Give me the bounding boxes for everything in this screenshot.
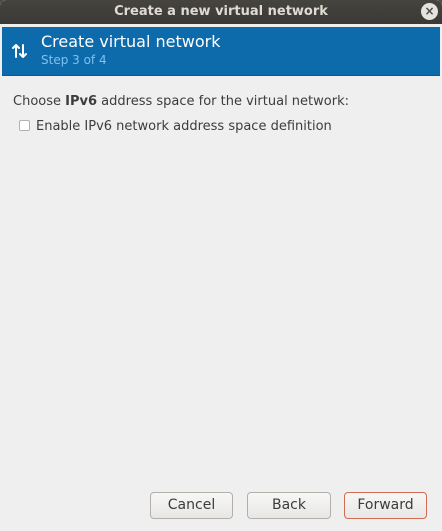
enable-ipv6-checkbox[interactable] [19,120,30,131]
close-button[interactable]: × [421,3,438,20]
cancel-button[interactable]: Cancel [150,492,233,519]
prompt-ipv6-bold: IPv6 [65,94,98,109]
wizard-content: Choose IPv6 address space for the virtua… [13,94,349,134]
wizard-step: Step 3 of 4 [41,53,107,67]
prompt-prefix: Choose [13,94,66,109]
close-icon: × [424,4,435,18]
window-title: Create a new virtual network [114,4,328,19]
wizard-header: Create virtual network Step 3 of 4 [2,27,440,76]
enable-ipv6-option[interactable]: Enable IPv6 network address space defini… [19,119,332,135]
title-bar[interactable]: Create a new virtual network × [0,0,442,24]
ipv6-prompt: Choose IPv6 address space for the virtua… [13,94,349,110]
network-arrows-icon [12,44,27,58]
back-button[interactable]: Back [247,492,331,519]
forward-button[interactable]: Forward [344,492,427,519]
dialog-window: Create a new virtual network × Create vi… [0,0,442,531]
wizard-title: Create virtual network [41,32,221,51]
enable-ipv6-label[interactable]: Enable IPv6 network address space defini… [36,119,332,134]
prompt-suffix: address space for the virtual network: [97,94,349,109]
